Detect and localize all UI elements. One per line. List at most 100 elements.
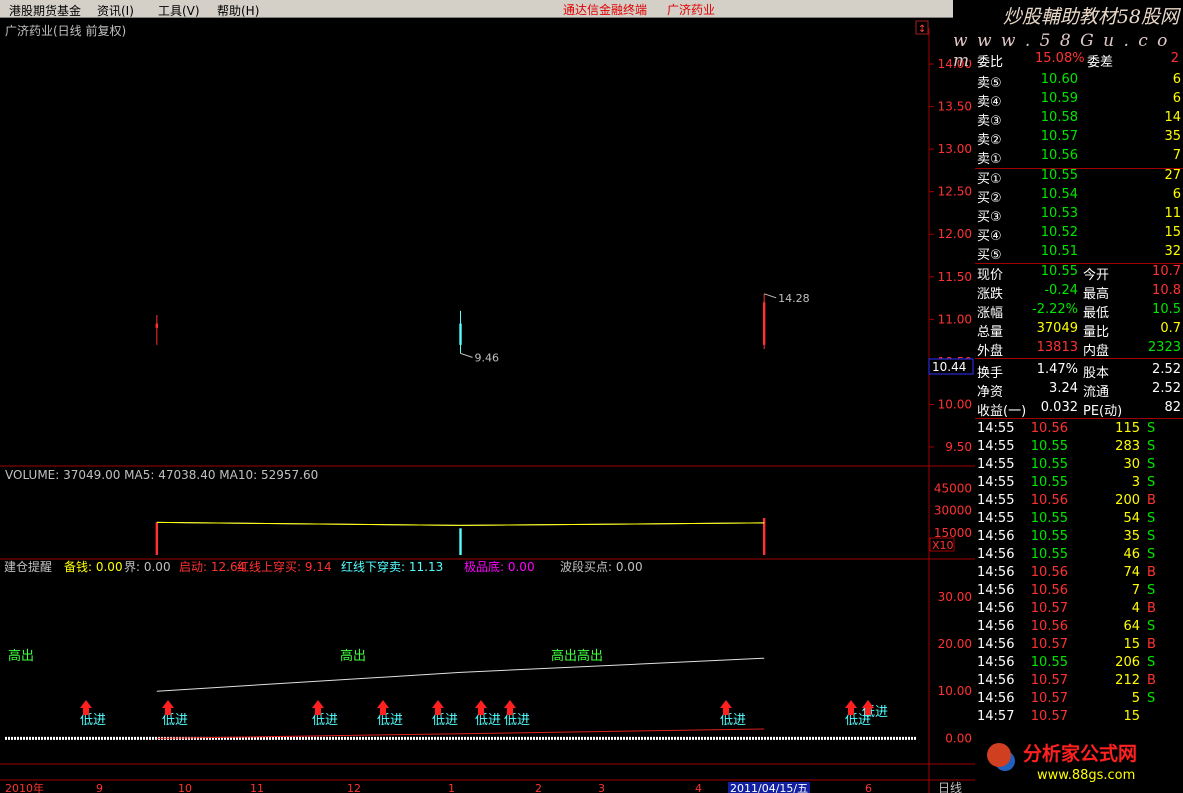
bid-volume: 15 (1164, 225, 1181, 240)
tick-volume: 15 (1123, 637, 1140, 652)
high-annotation: 14.28 (778, 292, 810, 305)
ask-row: 卖④ 10.59 6 (975, 91, 1183, 110)
price-tick-label: 13.50 (938, 100, 972, 114)
stat-value: 1.47% (1036, 362, 1078, 377)
tick-price: 10.55 (1030, 475, 1068, 490)
tick-row: 14:56 10.57 212 B (975, 673, 1183, 691)
ask-label: 卖① (977, 152, 1002, 167)
stat-label-2: 股本 (1083, 366, 1110, 381)
tick-row: 14:56 10.56 7 S (975, 583, 1183, 601)
stat-value: 0.032 (1040, 400, 1078, 415)
menu-item-hk-futures[interactable]: 港股期货基金 (9, 2, 81, 19)
bid-price: 10.51 (1040, 244, 1078, 259)
tick-volume: 5 (1131, 691, 1140, 706)
ask-price: 10.60 (1040, 72, 1078, 87)
tick-side: S (1147, 529, 1156, 544)
ask-row: 卖② 10.57 35 (975, 129, 1183, 148)
stat-row: 外盘 13813 内盘 2323 (975, 340, 1183, 359)
tick-row: 14:57 10.57 15 (975, 709, 1183, 727)
stat-value: 10.55 (1040, 264, 1078, 279)
volume-bar (155, 522, 159, 555)
signal-label: 低进 (504, 713, 530, 728)
indicator-legend-item: 建仓提醒 (4, 560, 53, 574)
volume-unit-label: X10 (932, 539, 954, 552)
ask-label: 卖② (977, 133, 1002, 148)
tick-side: B (1147, 565, 1156, 580)
tick-time: 14:56 (977, 601, 1015, 616)
tick-row: 14:55 10.55 283 S (975, 439, 1183, 457)
x-axis-label: 2 (535, 782, 542, 793)
indicator-legend-item: 备钱: 0.00 (64, 560, 123, 574)
tick-row: 14:56 10.55 46 S (975, 547, 1183, 565)
bid-volume: 6 (1172, 187, 1181, 202)
price-tick-label: 10.00 (938, 397, 972, 411)
price-tick-label: 13.00 (938, 142, 972, 156)
tick-time: 14:56 (977, 619, 1015, 634)
volume-bar (459, 528, 462, 555)
tick-time: 14:56 (977, 547, 1015, 562)
tick-side: S (1147, 475, 1156, 490)
price-tick-label: 12.50 (938, 185, 972, 199)
tick-side: B (1147, 673, 1156, 688)
bid-row: 买④ 10.52 15 (975, 225, 1183, 244)
x-axis-label: 10 (178, 782, 192, 793)
restore-icon[interactable]: ↕ (918, 24, 926, 35)
signal-label: 高出高出 (551, 648, 603, 664)
stat-label-2: 最低 (1083, 306, 1110, 321)
tick-volume: 15 (1123, 709, 1140, 724)
indicator-legend-item: 红线上穿买: 9.14 (237, 560, 332, 574)
bid-row: 买⑤ 10.51 32 (975, 244, 1183, 263)
menu-item-info[interactable]: 资讯(I) (97, 2, 134, 19)
bid-row: 买② 10.54 6 (975, 187, 1183, 206)
tick-time: 14:56 (977, 673, 1015, 688)
signal-label: 低进 (162, 713, 188, 728)
stat-label-2: 量比 (1083, 325, 1110, 340)
ask-price: 10.57 (1040, 129, 1078, 144)
indicator-legend-item: 界: 0.00 (124, 560, 171, 574)
candle-body (762, 302, 766, 345)
ask-label: 卖④ (977, 95, 1002, 110)
tick-side: S (1147, 691, 1156, 706)
signal-label: 低进 (312, 713, 338, 728)
tick-volume: 3 (1131, 475, 1140, 490)
weibi-value: 15.08% (1035, 51, 1085, 66)
tick-price: 10.56 (1030, 421, 1068, 436)
x-axis-label: 4 (695, 782, 702, 793)
tick-row: 14:56 10.56 74 B (975, 565, 1183, 583)
tick-volume: 283 (1115, 439, 1140, 454)
stat-value-2: 82 (1164, 400, 1181, 415)
stat-value: -2.22% (1032, 302, 1078, 317)
menu-item-help[interactable]: 帮助(H) (217, 2, 259, 19)
stat-label-2: PE(动) (1083, 404, 1123, 419)
x-axis-label: 3 (598, 782, 605, 793)
stat-label: 涨幅 (977, 306, 1004, 321)
volume-header: VOLUME: 37049.00 MA5: 47038.40 MA10: 529… (5, 468, 319, 482)
weicha-label: 委差 (1087, 55, 1114, 70)
tick-row: 14:56 10.56 64 S (975, 619, 1183, 637)
stat-label: 净资 (977, 385, 1004, 400)
ask-volume: 35 (1164, 129, 1181, 144)
indicator-tick-label: 10.00 (938, 684, 972, 698)
tick-side: S (1147, 583, 1156, 598)
tick-time: 14:55 (977, 493, 1015, 508)
bid-price: 10.52 (1040, 225, 1078, 240)
stat-label: 现价 (977, 268, 1004, 283)
divider (975, 418, 1183, 419)
ask-row: 卖③ 10.58 14 (975, 110, 1183, 129)
ask-volume: 14 (1164, 110, 1181, 125)
tick-row: 14:56 10.57 15 B (975, 637, 1183, 655)
signal-label: 高出 (8, 648, 34, 664)
signal-label: 低进 (475, 713, 501, 728)
stat-label: 收益(一) (977, 404, 1027, 419)
candle-body (155, 323, 159, 328)
period-label[interactable]: 日线 (938, 781, 962, 793)
tick-time: 14:56 (977, 529, 1015, 544)
indicator-legend-item: 波段买点: 0.00 (560, 560, 643, 574)
stat-row: 现价 10.55 今开 10.7 (975, 264, 1183, 283)
tick-price: 10.56 (1030, 619, 1068, 634)
stat-value-2: 10.8 (1152, 283, 1181, 298)
stat-label-2: 最高 (1083, 287, 1110, 302)
bid-label: 买⑤ (977, 248, 1002, 263)
menu-item-tools[interactable]: 工具(V) (158, 2, 200, 19)
ask-volume: 6 (1172, 72, 1181, 87)
